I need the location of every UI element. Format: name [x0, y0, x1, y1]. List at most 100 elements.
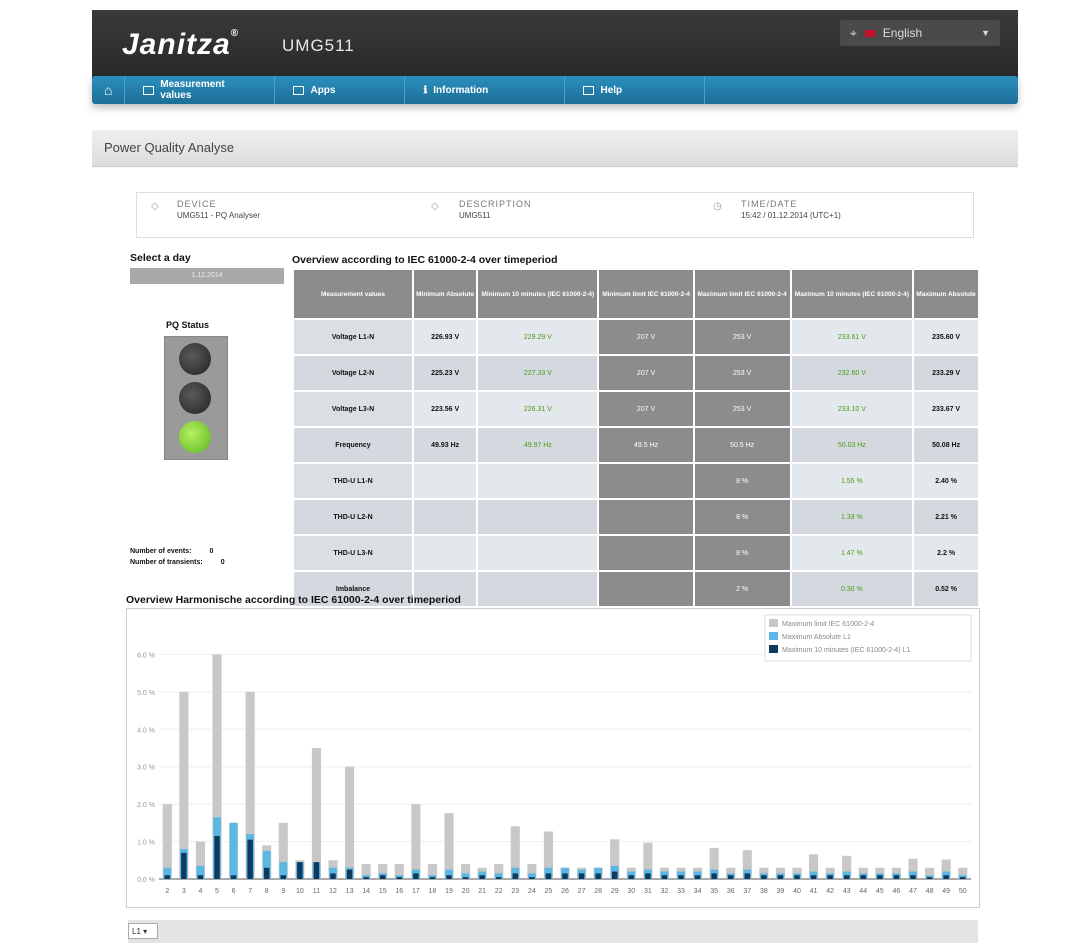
limit-bar: [444, 813, 454, 879]
max-10min-bar: [910, 875, 916, 879]
legend-swatch: [769, 645, 778, 653]
overview-title: Overview according to IEC 61000-2-4 over…: [292, 254, 558, 266]
table-cell-min-limit: [599, 572, 693, 606]
max-10min-bar: [495, 877, 502, 879]
timedate-label: TIME/DATE: [741, 199, 798, 209]
max-10min-bar: [230, 875, 237, 879]
x-tick-label: 27: [578, 888, 586, 895]
max-10min-bar: [860, 875, 867, 879]
x-tick-label: 15: [379, 888, 387, 895]
table-cell-min-limit: [599, 500, 693, 534]
column-header: Maximum Absolute: [914, 270, 978, 318]
x-tick-label: 37: [743, 888, 751, 895]
y-tick-label: 4.0 %: [137, 727, 155, 734]
table-cell-max-10: 50.03 Hz: [791, 428, 913, 462]
x-tick-label: 35: [710, 888, 718, 895]
main-nav: ⌂ Measurement values Apps ℹ Information H…: [92, 76, 1018, 104]
x-tick-label: 22: [495, 888, 503, 895]
chart-footer: L1 ▾: [128, 920, 978, 943]
table-cell-max-abs: 2.40 %: [914, 464, 978, 498]
max-10min-bar: [330, 873, 336, 879]
nav-item-measurement-values[interactable]: Measurement values: [125, 76, 276, 104]
max-10min-bar: [595, 873, 601, 879]
home-icon: ⌂: [104, 82, 113, 98]
x-tick-label: 40: [793, 888, 801, 895]
nav-item-apps[interactable]: Apps: [275, 76, 406, 104]
x-tick-label: 12: [329, 888, 337, 895]
max-10min-bar: [363, 877, 369, 879]
description-label: DESCRIPTION: [459, 199, 532, 209]
x-tick-label: 28: [594, 888, 602, 895]
max-10min-bar: [711, 873, 717, 879]
max-10min-bar: [794, 875, 800, 879]
x-tick-label: 2: [165, 888, 169, 895]
table-cell-min-limit: 207 V: [599, 356, 693, 390]
x-tick-label: 41: [810, 888, 818, 895]
x-tick-label: 48: [926, 888, 934, 895]
device-info-box: ◇ DEVICE UMG511 - PQ Analyser ◇ DESCRIPT…: [136, 192, 974, 238]
max-10min-bar: [628, 875, 635, 879]
max-10min-bar: [529, 877, 535, 879]
brand-name: Janitza: [122, 28, 231, 61]
max-10min-bar: [694, 875, 701, 879]
table-cell-min-limit: 207 V: [599, 392, 693, 426]
table-row: Voltage L2-N 225.23 V 227.33 V 207 V 253 V 23…: [294, 356, 978, 390]
column-header: Minimum 10 minutes (IEC 61000-2-4): [478, 270, 598, 318]
max-10min-bar: [396, 877, 403, 879]
table-cell-max-abs: 2.2 %: [914, 536, 978, 570]
max-10min-bar: [926, 877, 933, 879]
x-tick-label: 23: [511, 888, 519, 895]
x-tick-label: 36: [727, 888, 735, 895]
max-10min-bar: [645, 873, 651, 879]
legend-label: Maximum limit IEC 61000-2-4: [782, 621, 874, 628]
green-lamp: [179, 421, 211, 453]
harmonics-title: Overview Harmonische according to IEC 61…: [126, 594, 461, 606]
max-10min-bar: [479, 875, 485, 879]
max-10min-bar: [297, 862, 303, 879]
nav-item-help[interactable]: Help: [565, 76, 706, 104]
language-select[interactable]: ⌖ English ▼: [840, 20, 1000, 46]
max-10min-bar: [197, 875, 204, 879]
x-tick-label: 49: [942, 888, 950, 895]
x-tick-label: 4: [198, 888, 202, 895]
x-tick-label: 16: [395, 888, 403, 895]
table-cell-min-limit: 207 V: [599, 320, 693, 354]
max-10min-bar: [727, 875, 734, 879]
event-counts: Number of events: 0 Number of transients…: [130, 546, 225, 568]
table-cell-max-10: 1.33 %: [791, 500, 913, 534]
table-cell-max-abs: 50.08 Hz: [914, 428, 978, 462]
select-day-title: Select a day: [130, 252, 191, 264]
x-tick-label: 8: [265, 888, 269, 895]
nav-item-label: Help: [600, 84, 623, 96]
table-cell-max-limit: 8 %: [694, 500, 790, 534]
phase-select[interactable]: L1 ▾: [128, 923, 158, 939]
column-header: Minimum limit IEC 61000-2-4: [599, 270, 693, 318]
day-select-button[interactable]: 1.12.2014: [130, 268, 284, 284]
x-tick-label: 20: [462, 888, 470, 895]
max-10min-bar: [313, 862, 320, 879]
x-tick-label: 7: [248, 888, 252, 895]
brand-registered-mark: ®: [230, 28, 240, 39]
table-cell-name: Voltage L1-N: [294, 320, 412, 354]
table-cell-max-abs: 233.29 V: [914, 356, 978, 390]
timedate-info: TIME/DATE 15:42 / 01.12.2014 (UTC+1): [741, 199, 841, 220]
home-button[interactable]: ⌂: [92, 76, 126, 104]
language-label: English: [882, 26, 923, 40]
chevron-down-icon: ▼: [981, 28, 990, 38]
y-tick-label: 3.0 %: [137, 765, 155, 772]
table-row: THD-U L3-N 8 % 1.47 % 2.2 %: [294, 536, 978, 570]
max-absolute-bar: [229, 822, 238, 879]
nav-item-information[interactable]: ℹ Information: [405, 76, 566, 104]
x-tick-label: 34: [694, 888, 702, 895]
description-info: DESCRIPTION UMG511: [459, 199, 532, 220]
legend-label: Maximum 10 minutes (IEC 61000-2-4) L1: [782, 647, 910, 654]
x-tick-label: 30: [627, 888, 635, 895]
max-10min-bar: [247, 839, 253, 879]
apps-icon: [293, 85, 305, 95]
device-info: DEVICE UMG511 - PQ Analyser: [177, 199, 260, 220]
max-10min-bar: [413, 873, 419, 879]
table-cell-min-limit: [599, 464, 693, 498]
table-cell-min-10: [478, 536, 598, 570]
max-10min-bar: [678, 875, 684, 879]
x-tick-label: 47: [909, 888, 917, 895]
